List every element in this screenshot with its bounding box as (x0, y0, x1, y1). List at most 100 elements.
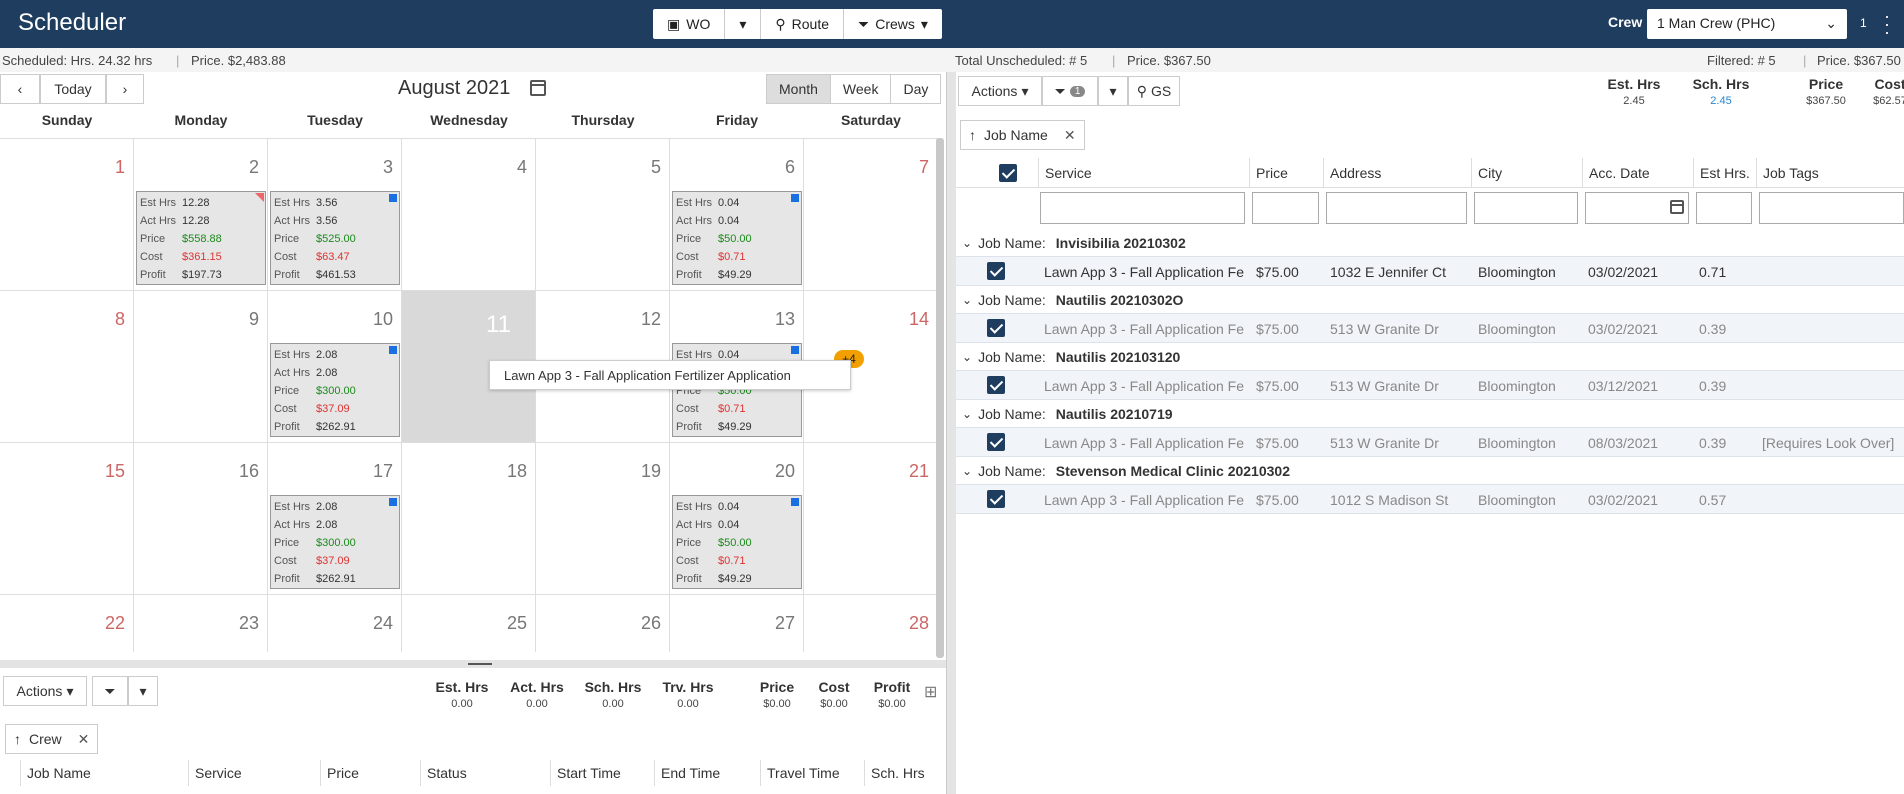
day-cell[interactable]: 22 (0, 594, 134, 652)
row-checkbox[interactable] (987, 262, 1005, 280)
table-row[interactable]: Lawn App 3 - Fall Application Ferti $75.0… (956, 313, 1904, 343)
grid-columns-icon[interactable]: ⊞ (924, 682, 937, 702)
city-filter-input[interactable] (1474, 192, 1578, 224)
group-header[interactable]: ⌄ Job Name: Invisibilia 20210302 (956, 230, 1904, 256)
right-column-header[interactable]: Address (1323, 158, 1381, 188)
day-cell[interactable]: 26 (536, 594, 670, 652)
scheduled-event[interactable]: Est Hrs0.04Act Hrs0.04Price$50.00Cost$0.… (672, 495, 802, 589)
right-column-header[interactable]: Est Hrs. (1693, 158, 1750, 188)
chevron-down-icon[interactable]: ⌄ (962, 350, 972, 364)
price-filter-input[interactable] (1252, 192, 1319, 224)
bottom-column-header[interactable]: Price (320, 760, 359, 786)
bottom-column-header[interactable]: Start Time (550, 760, 621, 786)
scheduled-event[interactable]: Est Hrs 3.56 Act Hrs 3.56 Price $525.00 Cost $6… (270, 191, 400, 285)
vertical-splitter[interactable] (946, 72, 956, 794)
day-cell[interactable]: 9 (134, 290, 268, 442)
right-filter-dropdown[interactable]: ▾ (1098, 76, 1128, 106)
group-chip-crew[interactable]: ↑ Crew ✕ (5, 724, 99, 754)
right-column-header[interactable]: Service (1038, 158, 1092, 188)
day-cell[interactable]: 1 (0, 138, 134, 290)
scheduled-event[interactable]: Est Hrs 2.08 Act Hrs 2.08 Price $300.00 Cost $3… (270, 343, 400, 437)
day-cell[interactable]: 2 Est Hrs 12.28 Act Hrs 12.28 Price $558.88 Cos… (134, 138, 268, 290)
row-checkbox[interactable] (987, 319, 1005, 337)
scheduled-event[interactable]: Est Hrs 12.28 Act Hrs 12.28 Price $558.88 Cost… (136, 191, 266, 285)
day-cell[interactable]: 19 (536, 442, 670, 594)
bottom-column-header[interactable]: Sch. Hrs (864, 760, 925, 786)
row-checkbox[interactable] (987, 376, 1005, 394)
group-header[interactable]: ⌄ Job Name: Nautilis 20210719 (956, 401, 1904, 427)
group-header[interactable]: ⌄ Job Name: Nautilis 202103120 (956, 344, 1904, 370)
scheduled-event[interactable]: Est Hrs 2.08 Act Hrs 2.08 Price $300.00 Cost $3… (270, 495, 400, 589)
wo-dropdown-button[interactable]: ▾ (725, 9, 762, 39)
right-column-header[interactable]: City (1471, 158, 1502, 188)
day-cell[interactable]: 17 Est Hrs 2.08 Act Hrs 2.08 Price $300.00 Cost… (268, 442, 402, 594)
right-column-header[interactable]: Price (1249, 158, 1288, 188)
calendar-icon[interactable] (1670, 200, 1684, 214)
date-filter-input[interactable] (1585, 192, 1689, 224)
right-column-header[interactable]: Acc. Date (1582, 158, 1650, 188)
gs-button[interactable]: ⚲ GS (1128, 76, 1180, 106)
day-cell[interactable]: 4 (402, 138, 536, 290)
next-month-button[interactable]: › (106, 74, 144, 104)
row-checkbox[interactable] (987, 433, 1005, 451)
bottom-column-header[interactable]: Job Name (20, 760, 91, 786)
day-cell[interactable]: 3 Est Hrs 3.56 Act Hrs 3.56 Price $525.00 Cost $… (268, 138, 402, 290)
right-column-header[interactable]: Job Tags (1756, 158, 1819, 188)
select-all-checkbox[interactable] (999, 164, 1017, 182)
day-cell[interactable]: 6 Est Hrs 0.04 Act Hrs 0.04 Price $50.00 Cost $0… (670, 138, 804, 290)
today-button[interactable]: Today (40, 74, 106, 104)
chevron-down-icon[interactable]: ⌄ (962, 293, 972, 307)
close-icon[interactable]: ✕ (1064, 127, 1076, 144)
day-cell[interactable]: 18 (402, 442, 536, 594)
bottom-column-header[interactable]: Travel Time (760, 760, 840, 786)
crews-button[interactable]: ⏷ Crews ▾ (844, 9, 942, 39)
grip-handle[interactable] (468, 663, 492, 665)
service-filter-input[interactable] (1040, 192, 1245, 224)
day-cell[interactable]: 27 (670, 594, 804, 652)
more-menu-icon[interactable]: · · · (1884, 7, 1890, 41)
calendar-icon[interactable] (530, 80, 546, 96)
bottom-actions-button[interactable]: Actions ▾ (3, 676, 87, 706)
crew-select[interactable]: 1 Man Crew (PHC) ⌄ (1647, 9, 1847, 39)
bottom-filter-button[interactable]: ⏷ (92, 676, 128, 706)
day-cell[interactable]: 23 (134, 594, 268, 652)
tab-day[interactable]: Day (891, 75, 941, 103)
table-row[interactable]: Lawn App 3 - Fall Application Ferti $75.0… (956, 370, 1904, 400)
group-chip-job-name[interactable]: ↑ Job Name ✕ (960, 120, 1085, 150)
bottom-column-header[interactable]: Status (420, 760, 467, 786)
panel-splitter[interactable] (0, 660, 946, 668)
day-cell[interactable]: 25 (402, 594, 536, 652)
scheduled-event[interactable]: Est Hrs0.04Act Hrs0.04Price$50.00Cost$0.… (672, 343, 802, 437)
job-tags-filter-input[interactable] (1759, 192, 1904, 224)
group-header[interactable]: ⌄ Job Name: Nautilis 20210302O (956, 287, 1904, 313)
bottom-column-header[interactable]: Service (188, 760, 242, 786)
tab-week[interactable]: Week (830, 75, 892, 103)
chevron-down-icon[interactable]: ⌄ (962, 236, 972, 250)
day-cell[interactable]: 7 (804, 138, 938, 290)
group-header[interactable]: ⌄ Job Name: Stevenson Medical Clinic 20210… (956, 458, 1904, 484)
prev-month-button[interactable]: ‹ (0, 74, 40, 104)
address-filter-input[interactable] (1326, 192, 1467, 224)
day-cell[interactable]: 5 (536, 138, 670, 290)
day-cell[interactable]: 15 (0, 442, 134, 594)
day-cell[interactable]: 16 (134, 442, 268, 594)
calendar-scrollbar[interactable] (936, 138, 944, 658)
close-icon[interactable]: ✕ (78, 731, 90, 748)
est-hrs-filter-input[interactable] (1696, 192, 1752, 224)
right-actions-button[interactable]: Actions ▾ (958, 76, 1042, 106)
row-checkbox[interactable] (987, 490, 1005, 508)
day-cell[interactable]: 21 (804, 442, 938, 594)
day-cell[interactable]: 20 Est Hrs 0.04 Act Hrs 0.04 Price $50.00 Cost $… (670, 442, 804, 594)
day-cell[interactable]: 24 (268, 594, 402, 652)
bottom-filter-dropdown[interactable]: ▾ (128, 676, 158, 706)
table-row[interactable]: Lawn App 3 - Fall Application Ferti $75.0… (956, 484, 1904, 514)
day-cell[interactable]: 28 (804, 594, 938, 652)
route-button[interactable]: ⚲ Route (761, 9, 844, 39)
chevron-down-icon[interactable]: ⌄ (962, 464, 972, 478)
table-row[interactable]: Lawn App 3 - Fall Application Ferti $75.0… (956, 256, 1904, 286)
day-cell[interactable]: 10 Est Hrs 2.08 Act Hrs 2.08 Price $300.00 Cost… (268, 290, 402, 442)
day-cell[interactable]: 8 (0, 290, 134, 442)
right-filter-button[interactable]: ⏷ 1 (1042, 76, 1098, 106)
chevron-down-icon[interactable]: ⌄ (962, 407, 972, 421)
tab-month[interactable]: Month (767, 75, 831, 103)
